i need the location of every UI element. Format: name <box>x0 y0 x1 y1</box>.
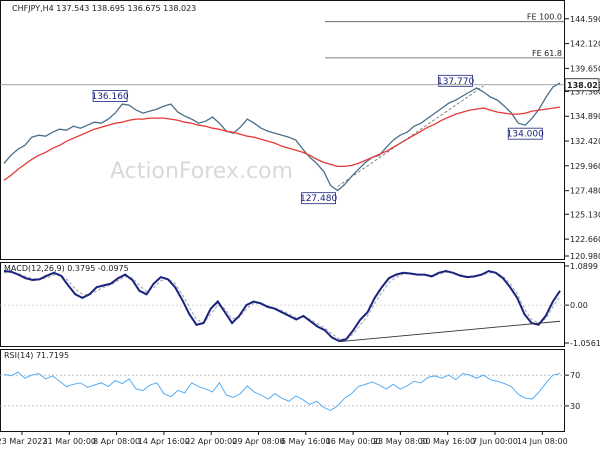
price-panel-frame <box>0 0 565 260</box>
price-axis-label: 127.480 <box>570 187 600 196</box>
rsi-axis-label: 70 <box>570 371 580 380</box>
fe-level-label: FE 100.0 <box>527 13 562 22</box>
current-price-label: 138.023 <box>567 81 600 90</box>
watermark: ActionForex.com <box>110 159 293 184</box>
price-axis-label: 129.960 <box>570 162 600 171</box>
macd-title: MACD(12,26,9) 0.3795 -0.0975 <box>4 264 129 273</box>
rsi-axis-label: 30 <box>570 402 580 411</box>
fe-level-label: FE 61.8 <box>532 49 562 58</box>
annotation-label: 134.000 <box>507 130 544 140</box>
x-axis-label: 8 Apr 08:00 <box>93 437 140 446</box>
price-axis-label: 139.650 <box>570 64 600 73</box>
x-axis-label: 14 Apr 16:00 <box>138 437 190 446</box>
x-axis-label: 7 Jun 00:00 <box>472 437 518 446</box>
x-axis-label: 14 Jun 08:00 <box>517 437 568 446</box>
rsi-panel-frame <box>0 349 565 432</box>
x-axis-label: 29 Apr 08:00 <box>232 437 284 446</box>
x-axis: 23 Mar 202231 Mar 00:008 Apr 08:0014 Apr… <box>0 432 568 446</box>
annotation-label: 127.480 <box>300 194 337 204</box>
price-axis-label: 122.660 <box>570 235 600 244</box>
price-axis-label: 120.980 <box>570 252 600 261</box>
symbol-header: CHFJPY,H4 137.543 138.695 136.675 138.02… <box>12 4 196 13</box>
price-axis-label: 142.120 <box>570 40 600 49</box>
chart-canvas: CHFJPY,H4 137.543 138.695 136.675 138.02… <box>0 0 600 446</box>
rsi-panel: RSI(14) 71.7195 70 30 <box>0 349 580 432</box>
x-axis-label: 6 May 16:00 <box>281 437 331 446</box>
x-axis-label: 23 Mar 2022 <box>0 437 47 446</box>
price-axis-label: 134.890 <box>570 112 600 121</box>
price-axis-label: 125.130 <box>570 210 600 219</box>
x-axis-label: 22 Apr 00:00 <box>185 437 237 446</box>
macd-panel: MACD(12,26,9) 0.3795 -0.0975 1.0899 0.00 -… <box>0 262 600 348</box>
macd-axis-label: -1.0561 <box>570 339 600 348</box>
price-panel: CHFJPY,H4 137.543 138.695 136.675 138.02… <box>0 0 600 261</box>
price-axis-label: 144.590 <box>570 15 600 24</box>
annotation-label: 137.770 <box>437 77 474 87</box>
price-axis-label: 132.420 <box>570 137 600 146</box>
macd-axis-label: 1.0899 <box>570 262 598 271</box>
x-axis-label: 30 May 16:00 <box>420 437 475 446</box>
macd-axis-label: 0.00 <box>570 301 588 310</box>
annotation-label: 136.160 <box>91 92 128 102</box>
rsi-title: RSI(14) 71.7195 <box>4 351 69 360</box>
x-axis-label: 31 Mar 00:00 <box>43 437 96 446</box>
